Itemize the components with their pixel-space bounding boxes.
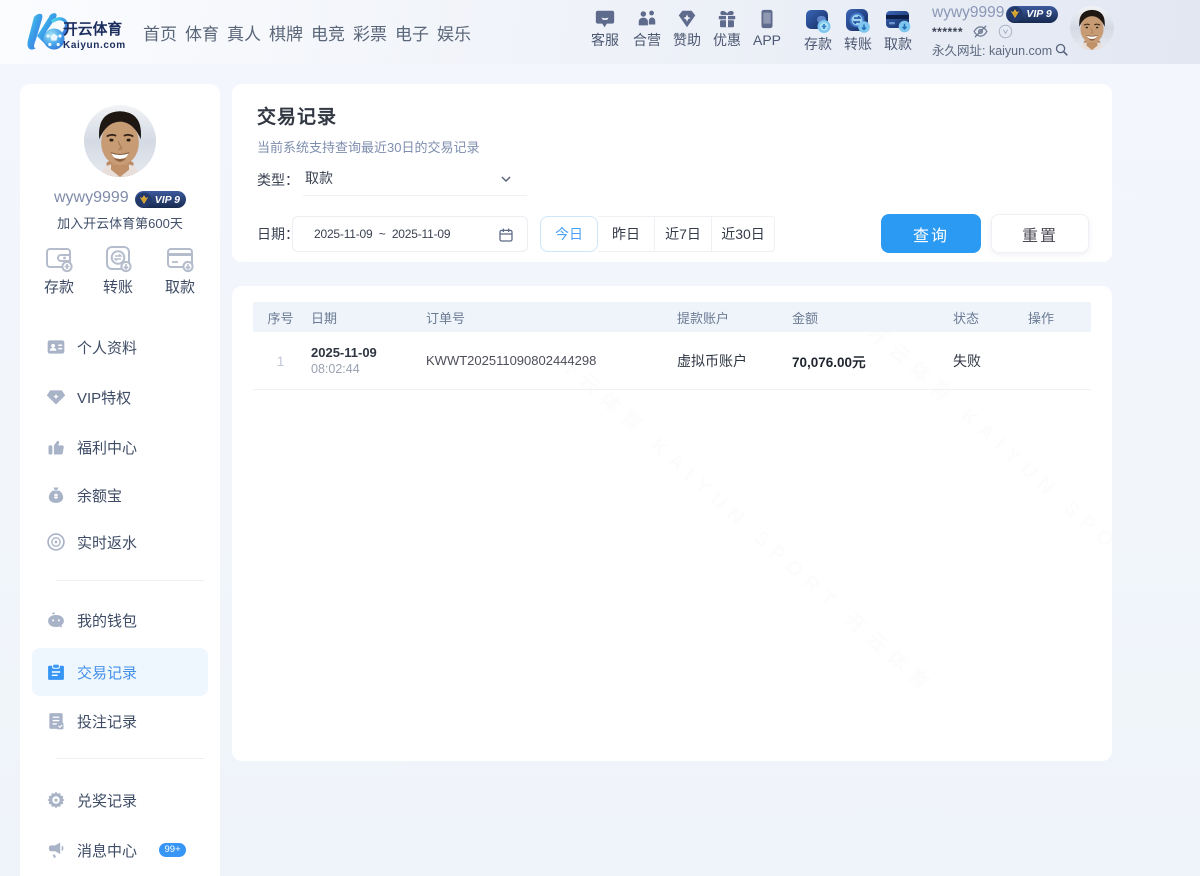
svg-text:开云体育: 开云体育	[63, 20, 122, 38]
svg-text:Kaiyun.com: Kaiyun.com	[63, 40, 126, 51]
